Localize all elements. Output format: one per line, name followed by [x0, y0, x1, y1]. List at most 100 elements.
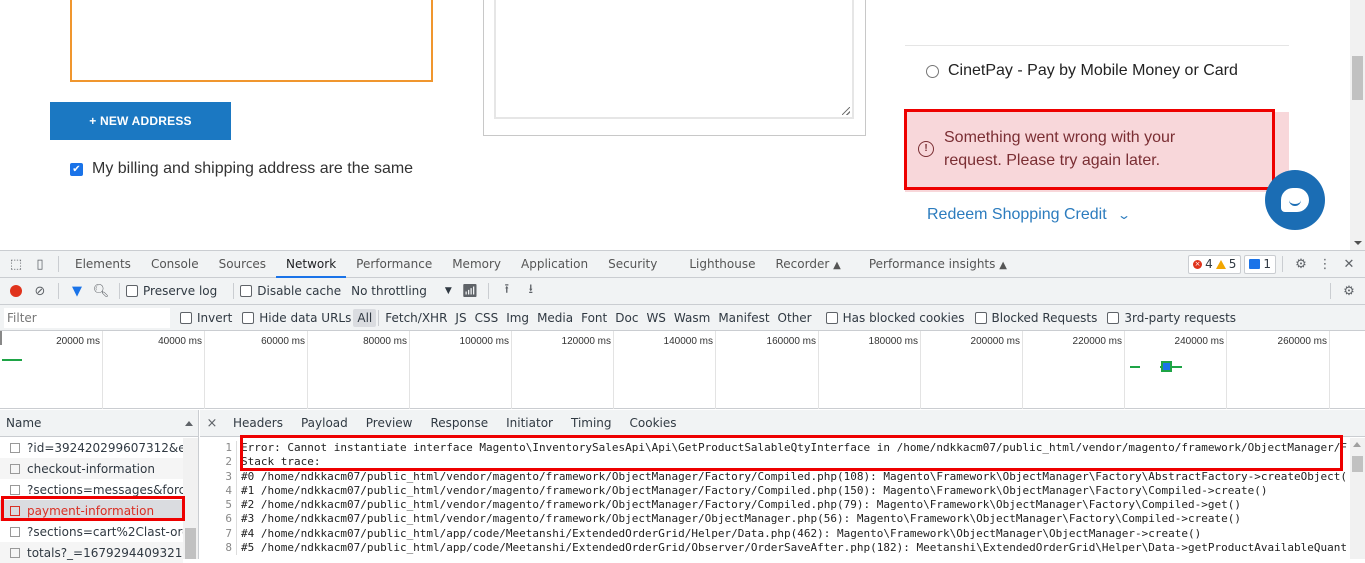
tab-network[interactable]: Network [276, 251, 347, 278]
filter-type-manifest[interactable]: Manifest [714, 309, 773, 327]
close-devtools-icon[interactable]: ✕ [1337, 252, 1361, 276]
timeline-gridline [511, 331, 512, 409]
import-har-icon[interactable]: ⭱ [495, 279, 519, 303]
device-toolbar-icon[interactable]: ▯ [28, 252, 52, 276]
checkbox[interactable] [825, 311, 838, 324]
resize-grip-icon[interactable] [842, 107, 850, 115]
redeem-shopping-credit-toggle[interactable]: Redeem Shopping Credit ⌄ [927, 206, 1131, 224]
search-icon[interactable]: 🔍︎ [89, 279, 113, 303]
network-filterbar: Filter Invert Hide data URLs All Fetch/X… [0, 305, 1365, 331]
filter-type-wasm[interactable]: Wasm [670, 309, 714, 327]
scrollbar-thumb[interactable] [1352, 456, 1363, 472]
tab-memory[interactable]: Memory [442, 251, 511, 278]
tab-security[interactable]: Security [598, 251, 667, 278]
filter-funnel-icon[interactable]: ▼ [65, 279, 89, 303]
detail-tab-preview[interactable]: Preview [357, 416, 422, 430]
request-row[interactable]: totals?_=1679294409321 [0, 542, 183, 563]
detail-tab-payload[interactable]: Payload [292, 416, 357, 430]
request-list: Name ?id=392420299607312&ev=S checkout-in… [0, 410, 199, 563]
hide-data-urls-checkbox[interactable]: Hide data URLs [242, 311, 351, 325]
checkbox[interactable] [126, 285, 138, 297]
checkbox[interactable] [180, 311, 192, 324]
chat-widget-button[interactable] [1265, 170, 1325, 230]
checkbox[interactable] [240, 285, 253, 297]
clear-icon[interactable]: ⊘ [28, 279, 52, 303]
network-conditions-icon[interactable]: 📶︎ [458, 279, 482, 303]
tab-application[interactable]: Application [511, 251, 598, 278]
timeline-gridline [1329, 331, 1330, 409]
issues-badge[interactable]: × 4 5 [1188, 254, 1242, 274]
messages-badge[interactable]: 1 [1244, 254, 1276, 274]
error-icon: × [1193, 259, 1203, 269]
web-page: + NEW ADDRESS ✔ My billing and shipping … [0, 0, 1350, 250]
checkbox[interactable] [974, 311, 987, 324]
detail-tab-response[interactable]: Response [421, 416, 497, 430]
tab-elements[interactable]: Elements [65, 251, 141, 278]
new-address-button[interactable]: + NEW ADDRESS [50, 102, 231, 140]
checkbox-checked-icon[interactable]: ✔ [70, 162, 83, 176]
record-icon[interactable] [4, 279, 28, 303]
checkbox[interactable] [242, 311, 255, 324]
name-column-header[interactable]: Name [0, 410, 198, 437]
checkbox[interactable] [1107, 311, 1120, 324]
tab-performance[interactable]: Performance [346, 251, 442, 278]
detail-tab-timing[interactable]: Timing [562, 416, 621, 430]
close-detail-icon[interactable]: × [200, 416, 224, 431]
filter-type-img[interactable]: Img [502, 309, 533, 327]
request-row[interactable]: ?id=392420299607312&ev=S [0, 437, 183, 458]
billing-same-checkbox-row[interactable]: ✔ My billing and shipping address are th… [70, 160, 413, 178]
timeline-left-handle[interactable] [0, 331, 2, 345]
tab-lighthouse[interactable]: Lighthouse [679, 251, 765, 278]
radio-button[interactable] [926, 64, 939, 78]
invert-checkbox[interactable]: Invert [180, 311, 232, 325]
settings-gear-icon[interactable]: ⚙ [1289, 252, 1313, 276]
export-har-icon[interactable]: ⭳ [519, 279, 543, 303]
inspect-element-icon[interactable]: ⬚ [4, 252, 28, 276]
timeline-gridline [1226, 331, 1227, 409]
filter-type-fetch-xhr[interactable]: Fetch/XHR [381, 309, 451, 327]
filter-type-js[interactable]: JS [451, 309, 470, 327]
third-party-requests-checkbox[interactable]: 3rd-party requests [1107, 311, 1236, 325]
filter-type-ws[interactable]: WS [642, 309, 669, 327]
timeline-tick-label: 40000 ms [158, 336, 202, 347]
comment-textarea[interactable] [494, 0, 854, 119]
page-scrollbar[interactable] [1350, 0, 1365, 250]
filter-type-other[interactable]: Other [774, 309, 816, 327]
address-card[interactable] [70, 0, 433, 82]
scroll-down-icon[interactable] [1354, 241, 1362, 245]
response-scrollbar[interactable] [1350, 438, 1365, 559]
network-settings-gear-icon[interactable]: ⚙ [1337, 279, 1361, 303]
experimental-flask-icon: ▲ [833, 259, 841, 271]
blocked-requests-checkbox[interactable]: Blocked Requests [974, 311, 1097, 325]
filter-type-css[interactable]: CSS [471, 309, 503, 327]
disable-cache-checkbox[interactable]: Disable cache [240, 284, 341, 298]
has-blocked-cookies-checkbox[interactable]: Has blocked cookies [825, 311, 965, 325]
network-overview-timeline[interactable]: 20000 ms 40000 ms 60000 ms 80000 ms 100000 m… [0, 331, 1365, 409]
payment-option-cinetpay[interactable]: CinetPay - Pay by Mobile Money or Card [926, 62, 1238, 80]
scroll-up-icon[interactable] [1353, 442, 1361, 447]
throttling-select[interactable]: No throttling ▼ [351, 284, 452, 298]
request-row[interactable]: ?sections=cart%2Clast-ordere [0, 521, 183, 542]
request-list-scrollbar[interactable] [183, 438, 198, 559]
detail-tab-headers[interactable]: Headers [224, 416, 292, 430]
filter-type-all[interactable]: All [353, 308, 377, 327]
more-options-icon[interactable]: ⋮ [1313, 252, 1337, 276]
response-line: 5 #2 /home/ndkkacm07/public_html/vendor/m… [200, 498, 1350, 513]
preserve-log-checkbox[interactable]: Preserve log [126, 284, 217, 298]
network-lower-pane: Name ?id=392420299607312&ev=S checkout-in… [0, 410, 1365, 563]
tab-recorder[interactable]: Recorder ▲ [766, 251, 851, 278]
detail-tab-cookies[interactable]: Cookies [621, 416, 686, 430]
scrollbar-thumb[interactable] [1352, 56, 1363, 100]
scrollbar-thumb[interactable] [185, 528, 196, 559]
tab-performance-insights[interactable]: Performance insights ▲ [859, 251, 1017, 278]
tab-sources[interactable]: Sources [209, 251, 276, 278]
response-line: 4 #1 /home/ndkkacm07/public_html/vendor/m… [200, 483, 1350, 499]
request-row[interactable]: checkout-information [0, 458, 183, 479]
filter-type-media[interactable]: Media [533, 309, 577, 327]
line-number: 6 [200, 512, 237, 527]
filter-type-font[interactable]: Font [577, 309, 611, 327]
tab-console[interactable]: Console [141, 251, 209, 278]
filter-type-doc[interactable]: Doc [611, 309, 642, 327]
filter-input[interactable]: Filter [4, 307, 170, 328]
detail-tab-initiator[interactable]: Initiator [497, 416, 562, 430]
